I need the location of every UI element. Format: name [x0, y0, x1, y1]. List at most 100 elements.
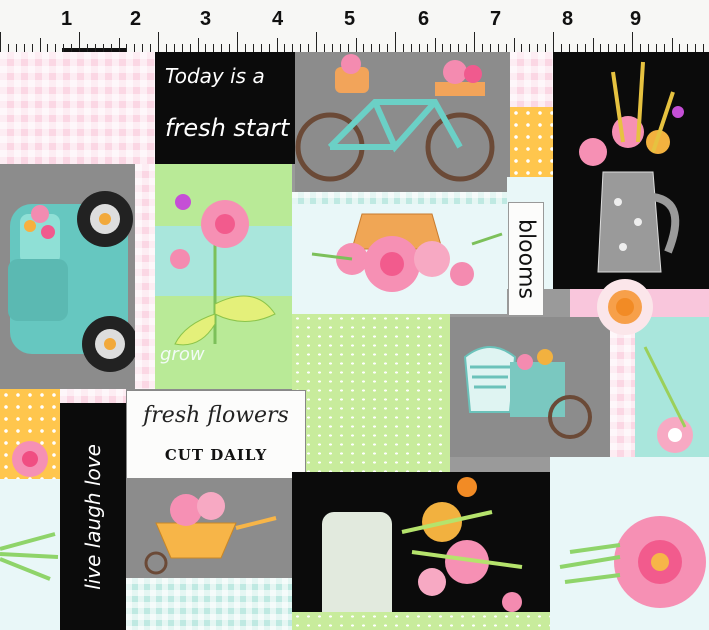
- ruler-tick: [529, 44, 531, 52]
- today-panel: Today is a fresh start: [155, 52, 295, 164]
- today-line1: Today is a: [165, 64, 265, 88]
- ruler-tick: [31, 44, 33, 52]
- ruler-tick: [592, 38, 594, 52]
- live-laugh-love-panel: live laugh love: [60, 403, 126, 630]
- ruler-number-9: 9: [630, 8, 642, 30]
- ruler-tick: [63, 44, 65, 52]
- ruler-tick: [395, 32, 396, 52]
- ruler-tick: [355, 38, 357, 52]
- live-laugh-love-text: live laugh love: [81, 443, 105, 590]
- mint-gingham-band: [292, 192, 507, 204]
- ruler-number-7: 7: [490, 8, 502, 30]
- ruler-tick: [237, 32, 238, 52]
- ruler-tick: [0, 32, 1, 52]
- bicycle-panel: [295, 52, 510, 192]
- ruler-tick: [126, 44, 128, 52]
- ruler-tick: [102, 44, 104, 52]
- ruler-tick: [47, 44, 49, 52]
- ruler-tick: [150, 44, 152, 52]
- pink-gingham-patch: [0, 52, 155, 164]
- wheelbarrow-icon: [144, 492, 277, 575]
- ruler-tick: [158, 32, 159, 52]
- green-dots-bottom: [292, 612, 550, 630]
- ruler-tick: [402, 44, 404, 52]
- ruler-tick: [205, 44, 207, 52]
- ruler-tick: [110, 44, 112, 52]
- ruler-tick: [347, 44, 349, 52]
- daisy-icon: [597, 279, 653, 335]
- ruler-tick: [363, 44, 365, 52]
- blooms-text: blooms: [513, 219, 539, 299]
- ruler-tick: [118, 38, 120, 52]
- ruler-tick: [537, 44, 539, 52]
- truck-icon: [8, 191, 135, 372]
- ruler-number-8: 8: [562, 8, 574, 30]
- ruler-tick: [197, 38, 199, 52]
- ruler-tick: [134, 44, 136, 52]
- ruler-tick: [284, 44, 286, 52]
- ruler-number-1: 1: [61, 8, 73, 30]
- ruler-tick: [466, 44, 468, 52]
- ruler-tick: [331, 44, 333, 52]
- today-line2: fresh start: [165, 114, 290, 142]
- ruler-tick: [379, 44, 381, 52]
- ruler-tick: [521, 44, 523, 52]
- ruler-tick: [165, 44, 167, 52]
- ruler-tick: [647, 44, 649, 52]
- ruler-tick: [323, 44, 325, 52]
- ruler-tick: [632, 32, 633, 52]
- ruler-tick: [300, 44, 302, 52]
- pink-gingham-thin: [60, 389, 130, 403]
- ruler-tick: [695, 44, 697, 52]
- ruler-tick: [442, 44, 444, 52]
- ruler-tick: [189, 44, 191, 52]
- ruler-tick: [600, 44, 602, 52]
- ruler-number-2: 2: [130, 8, 142, 30]
- ruler-tick: [252, 44, 254, 52]
- ruler-tick: [142, 44, 144, 52]
- flower-bouquet-icon: [311, 213, 503, 292]
- ruler-tick: [639, 44, 641, 52]
- pink-aster-icon: [559, 516, 706, 608]
- ruler-tick: [584, 44, 586, 52]
- ruler-tick: [371, 44, 373, 52]
- ruler-tick: [316, 32, 317, 52]
- ruler-tick: [474, 32, 475, 52]
- bicycle-icon: [295, 54, 495, 182]
- ruler-tick: [94, 44, 96, 52]
- ruler-tick: [23, 44, 25, 52]
- light-blue-patch: [0, 479, 60, 630]
- ruler-tick: [505, 44, 507, 52]
- ruler-tick: [663, 44, 665, 52]
- fresh-flowers-text: fresh flowers: [143, 403, 289, 428]
- orange-dots-patch: [0, 389, 60, 479]
- ruler-tick: [553, 32, 554, 52]
- ruler-tick: [39, 38, 41, 52]
- mint-patch-right: [635, 317, 709, 457]
- ruler-tick: [513, 38, 515, 52]
- mason-jar-icon: [322, 477, 523, 630]
- truck-panel: [0, 164, 135, 389]
- ruler-tick: [576, 44, 578, 52]
- ruler-tick: [616, 44, 618, 52]
- ruler-number-3: 3: [200, 8, 212, 30]
- ruler-tick: [450, 44, 452, 52]
- ruler-number-4: 4: [272, 8, 284, 30]
- ruler-tick: [181, 44, 183, 52]
- flower-cart-icon: [463, 346, 592, 439]
- grow-panel: grow: [155, 164, 292, 389]
- pink-gingham-right: [610, 317, 635, 457]
- ruler-tick: [86, 44, 88, 52]
- mint-gingham-bottom: [126, 578, 292, 630]
- ruler-tick: [221, 44, 223, 52]
- ruler-number-6: 6: [418, 8, 430, 30]
- ruler-tick: [568, 44, 570, 52]
- ruler-tick: [560, 44, 562, 52]
- cart-panel: [450, 317, 610, 457]
- ruler-tick: [387, 44, 389, 52]
- ruler-tick: [545, 44, 547, 52]
- pink-gingham-strip: [135, 164, 155, 389]
- ruler-tick: [7, 44, 9, 52]
- mason-jar-panel: [292, 472, 550, 630]
- ruler-tick: [71, 44, 73, 52]
